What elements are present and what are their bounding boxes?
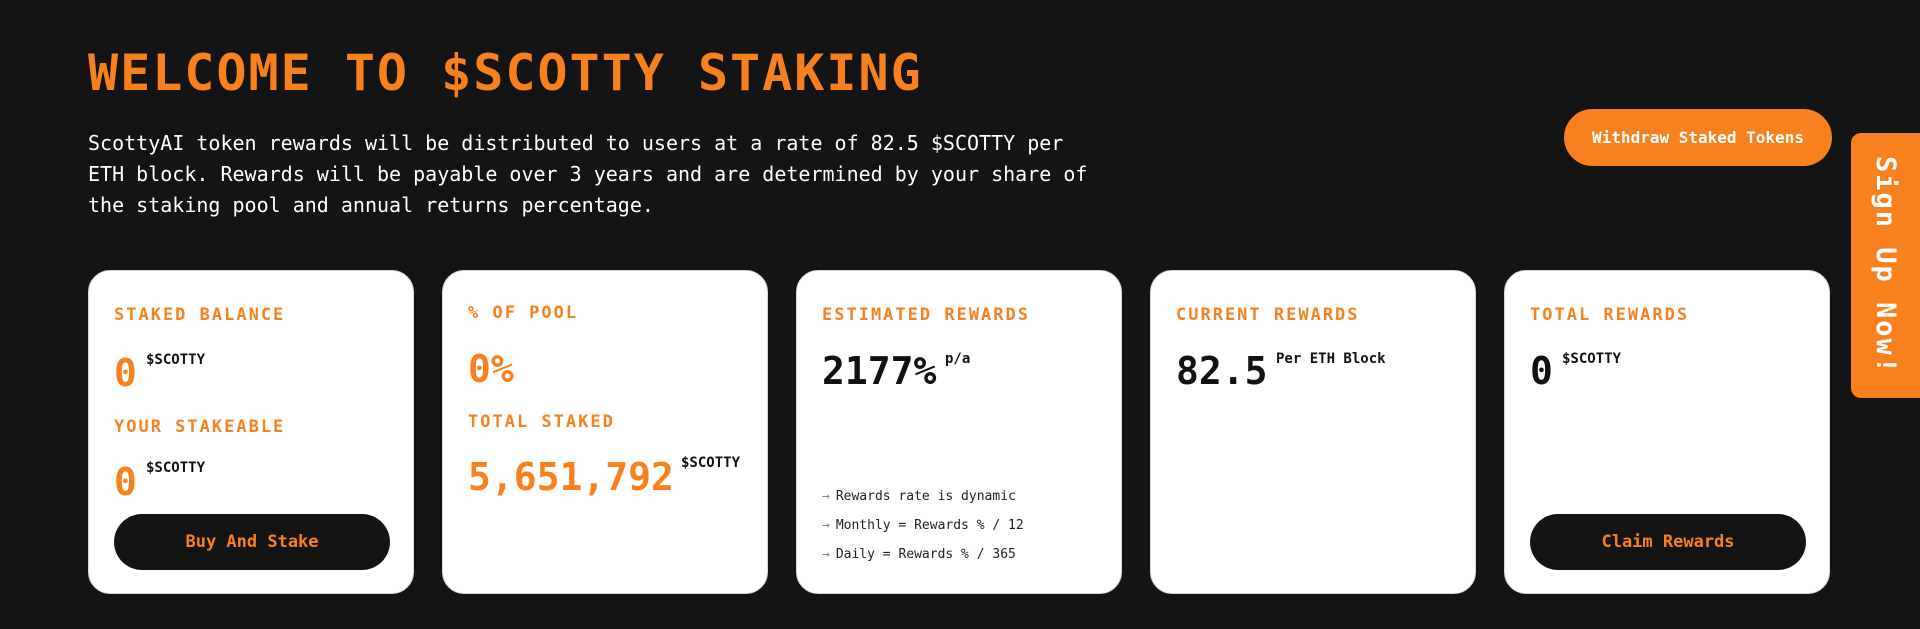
arrow-right-icon: → (822, 518, 830, 533)
total-staked-label: TOTAL STAKED (468, 412, 615, 432)
buy-and-stake-button[interactable]: Buy And Stake (114, 514, 390, 570)
note-daily: → Daily = Rewards % / 365 (822, 547, 1016, 562)
arrow-right-icon: → (822, 547, 830, 562)
total-staked-unit: $SCOTTY (681, 455, 741, 471)
stakeable-value: 0 (114, 460, 137, 504)
total-rewards-label: TOTAL REWARDS (1530, 305, 1690, 325)
estimated-rewards-value: 2177% (822, 349, 937, 393)
pool-percent-label: % OF POOL (468, 303, 579, 323)
pool-percent-value: 0% (468, 347, 514, 391)
stakeable-label: YOUR STAKEABLE (114, 417, 286, 437)
staked-balance-card: STAKED BALANCE 0 $SCOTTY YOUR STAKEABLE … (88, 270, 414, 594)
withdraw-staked-tokens-button[interactable]: Withdraw Staked Tokens (1564, 109, 1832, 166)
stakeable-unit: $SCOTTY (146, 460, 206, 476)
estimated-rewards-card: ESTIMATED REWARDS 2177% p/a → Rewards rat… (796, 270, 1122, 594)
page-title: WELCOME TO $SCOTTY STAKING (88, 44, 923, 102)
estimated-rewards-unit: p/a (945, 351, 971, 367)
arrow-right-icon: → (822, 489, 830, 504)
current-rewards-value: 82.5 (1176, 349, 1268, 393)
total-rewards-value: 0 (1530, 349, 1553, 393)
current-rewards-label: CURRENT REWARDS (1176, 305, 1360, 325)
note-rewards-dynamic: → Rewards rate is dynamic (822, 489, 1016, 504)
claim-rewards-button[interactable]: Claim Rewards (1530, 514, 1806, 570)
estimated-rewards-label: ESTIMATED REWARDS (822, 305, 1030, 325)
staked-balance-value: 0 (114, 351, 137, 395)
sign-up-tab[interactable]: Sign Up Now! (1851, 133, 1920, 398)
sign-up-label: Sign Up Now! (1870, 155, 1901, 376)
pool-card: % OF POOL 0% TOTAL STAKED 5,651,792 $SCO… (442, 270, 768, 594)
intro-description: ScottyAI token rewards will be distribut… (88, 131, 1088, 217)
current-rewards-unit: Per ETH Block (1276, 351, 1386, 367)
staked-balance-unit: $SCOTTY (146, 352, 206, 368)
total-rewards-unit: $SCOTTY (1562, 351, 1622, 367)
current-rewards-card: CURRENT REWARDS 82.5 Per ETH Block (1150, 270, 1476, 594)
total-staked-value: 5,651,792 (468, 455, 674, 499)
total-rewards-card: TOTAL REWARDS 0 $SCOTTY Claim Rewards (1504, 270, 1830, 594)
note-monthly: → Monthly = Rewards % / 12 (822, 518, 1024, 533)
staked-balance-label: STAKED BALANCE (114, 305, 286, 325)
